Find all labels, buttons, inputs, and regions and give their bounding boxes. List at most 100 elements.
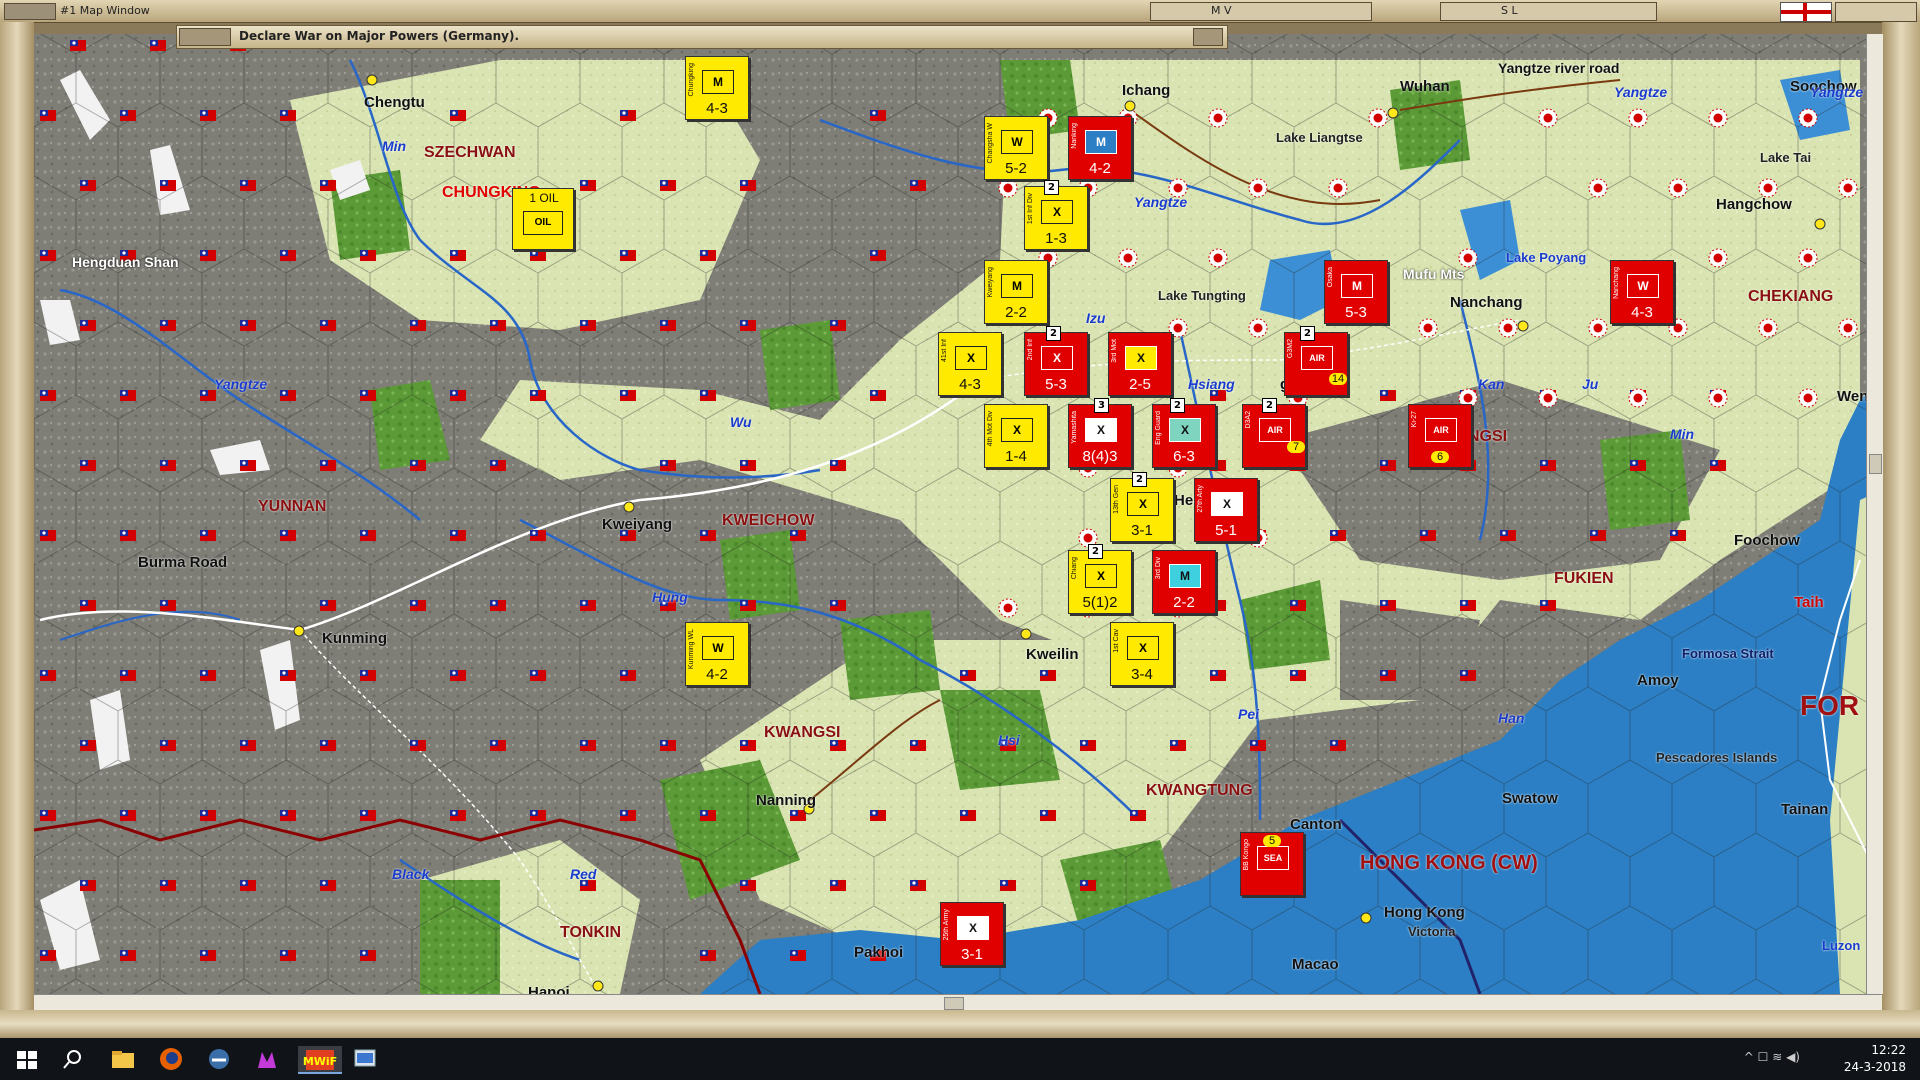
region-label: KWANGTUNG — [1146, 782, 1253, 799]
window-app-icon[interactable] — [352, 1046, 380, 1072]
system-tray[interactable]: ^ ☐ ≋ ◀) — [1744, 1050, 1800, 1064]
unit-counter[interactable]: Changsha W W 5-2 — [984, 116, 1048, 180]
feature-label: Lake Poyang — [1506, 250, 1587, 265]
unit-counter[interactable]: Chungking M 4-3 — [685, 56, 749, 120]
unit-counter[interactable]: 3rd Div M 2-2 — [1152, 550, 1216, 614]
river-label: Min — [1670, 426, 1695, 442]
vertical-scrollbar[interactable] — [1866, 34, 1883, 994]
river-label: Wu — [730, 414, 752, 430]
river-label: Pei — [1238, 706, 1260, 722]
region-label: FUKIEN — [1554, 570, 1614, 587]
message-bar[interactable]: Declare War on Major Powers (Germany). — [176, 25, 1228, 49]
city-label: Kweiyang — [602, 516, 673, 533]
river-label: Hsiang — [1188, 376, 1235, 392]
mv-button[interactable]: M V — [1150, 2, 1372, 21]
unit-counter[interactable]: Yamashita X 8(4)3 — [1068, 404, 1132, 468]
file-explorer-icon[interactable] — [110, 1046, 138, 1072]
message-menu-button[interactable] — [179, 28, 231, 46]
city-label: Luzon — [1822, 938, 1861, 953]
region-label: CHEKIANG — [1748, 288, 1834, 305]
river-label: Yangtze — [1810, 84, 1864, 100]
river-label: Yangtze — [1614, 84, 1668, 100]
region-label: NGSI — [1468, 428, 1508, 445]
region-label: KWANGSI — [764, 724, 841, 741]
system-menu-icon[interactable] — [4, 3, 56, 20]
feature-label: Hengduan Shan — [72, 254, 179, 270]
unit-counter[interactable]: Nanchang W 4-3 — [1610, 260, 1674, 324]
firefox-icon[interactable] — [158, 1046, 186, 1072]
unit-counter[interactable]: 41st Inf X 4-3 — [938, 332, 1002, 396]
city-label: Hong Kong — [1384, 904, 1465, 921]
river-label: Yangtze — [214, 376, 268, 392]
clock[interactable]: 12:22 24-3-2018 — [1844, 1042, 1906, 1076]
city-label: Chengtu — [364, 94, 425, 111]
right-frame — [1882, 22, 1920, 1022]
message-text: Declare War on Major Powers (Germany). — [239, 29, 520, 43]
city-label: Pakhoi — [854, 944, 904, 961]
scroll-thumb[interactable] — [1869, 454, 1882, 474]
unit-counter[interactable]: Osaka M 5-3 — [1324, 260, 1388, 324]
city-label: Ichang — [1122, 82, 1171, 99]
stack-count: 2 — [1262, 398, 1277, 413]
sl-button[interactable]: S L — [1440, 2, 1657, 21]
city-label: Nanchang — [1450, 294, 1523, 311]
city-label: Wuhan — [1400, 78, 1450, 95]
air-unit-counter[interactable]: D3A2 AIR 7 — [1242, 404, 1306, 468]
horizontal-scrollbar[interactable] — [34, 994, 1882, 1011]
stack-count: 3 — [1094, 398, 1109, 413]
feature-label: Burma Road — [138, 554, 228, 571]
game-icon[interactable] — [254, 1046, 282, 1072]
region-label: HONG KONG (CW) — [1360, 852, 1538, 874]
river-label: Hsi — [998, 732, 1020, 748]
taskbar: MWiF ^ ☐ ≋ ◀) 12:22 24-3-2018 — [0, 1038, 1920, 1080]
region-label: TONKIN — [560, 924, 622, 941]
unit-counter[interactable]: Kweiyang M 2-2 — [984, 260, 1048, 324]
region-label: YUNNAN — [258, 498, 327, 515]
unit-counter[interactable]: 2nd Inf X 5-3 — [1024, 332, 1088, 396]
river-label: Yangtze — [1134, 194, 1188, 210]
unit-counter[interactable]: 4th Mot Div X 1-4 — [984, 404, 1048, 468]
city-label: Nanning — [756, 792, 816, 809]
river-label: Black — [392, 866, 430, 882]
unit-counter[interactable]: Chiang X 5(1)2 — [1068, 550, 1132, 614]
naval-unit-counter[interactable]: BB Kongo SEA 5 — [1240, 832, 1304, 896]
feature-label: Formosa Strait — [1682, 646, 1774, 661]
windows-start-icon[interactable] — [14, 1046, 42, 1072]
city-label: Canton — [1290, 816, 1342, 833]
stack-count: 2 — [1046, 326, 1061, 341]
unit-counter[interactable]: 3rd Mot X 2-5 — [1108, 332, 1172, 396]
unit-counter[interactable]: 1st Inf Div X 1-3 — [1024, 186, 1088, 250]
region-label: SZECHWAN — [424, 144, 516, 161]
city-label: Tainan — [1781, 801, 1829, 818]
region-label: FOR — [1800, 690, 1860, 721]
unit-counter[interactable]: 13th Gen X 3-1 — [1110, 478, 1174, 542]
air-unit-counter[interactable]: Ki-27 AIR 6 — [1408, 404, 1472, 468]
river-label: Hung — [652, 589, 688, 605]
unit-counter[interactable]: Eng Guard X 6-3 — [1152, 404, 1216, 468]
message-close-button[interactable] — [1193, 28, 1223, 46]
map-window-titlebar[interactable]: #1 Map Window M V S L — [0, 0, 1920, 23]
feature-label: Lake Tai — [1760, 150, 1812, 165]
feature-label: Pescadores Islands — [1656, 750, 1778, 765]
feature-label: Lake Liangtse — [1276, 130, 1363, 145]
city-label: Amoy — [1637, 672, 1679, 689]
scroll-thumb[interactable] — [944, 997, 964, 1010]
oil-resource-counter[interactable]: OIL 1 OIL — [512, 188, 574, 250]
clock-time: 12:22 — [1871, 1043, 1906, 1057]
app-icon[interactable] — [206, 1046, 234, 1072]
unit-counter[interactable]: Kunming WL W 4-2 — [685, 622, 749, 686]
air-unit-counter[interactable]: G3M2 AIR 14 — [1284, 332, 1348, 396]
window-controls[interactable] — [1835, 2, 1917, 22]
river-label: Red — [570, 866, 597, 882]
river-label: Ju — [1582, 376, 1599, 392]
search-icon[interactable] — [60, 1046, 88, 1072]
mwif-icon[interactable]: MWiF — [298, 1046, 342, 1074]
hex-map[interactable]: .lbl{position:absolute;font-family:"Libe… — [34, 34, 1882, 994]
river-label: Han — [1498, 710, 1525, 726]
unit-counter[interactable]: Nanking M 4-2 — [1068, 116, 1132, 180]
unit-counter[interactable]: 25th Army X 3-1 — [940, 902, 1004, 966]
city-label: Swatow — [1502, 790, 1558, 807]
feature-label: Mufu Mts — [1403, 266, 1465, 282]
unit-counter[interactable]: 1st Cav X 3-4 — [1110, 622, 1174, 686]
unit-counter[interactable]: 27th Arty X 5-1 — [1194, 478, 1258, 542]
